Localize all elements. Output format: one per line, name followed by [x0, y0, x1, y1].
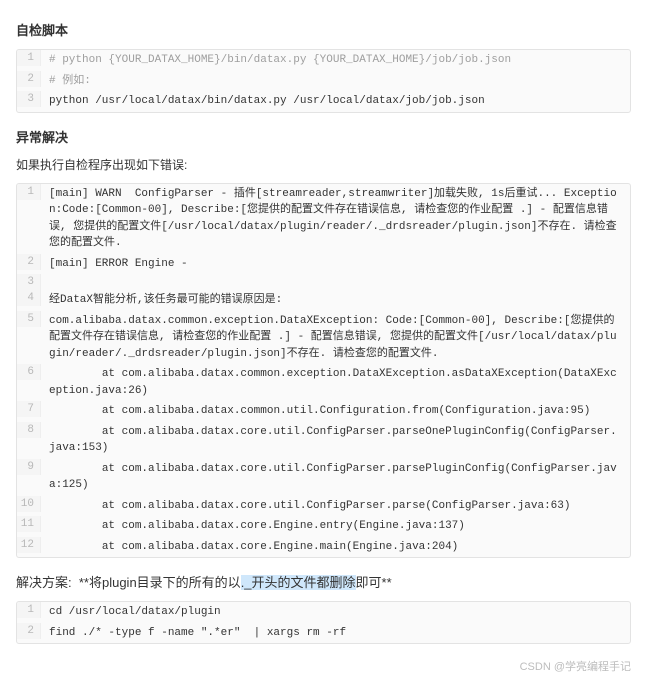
line-number: 4: [17, 290, 41, 306]
code-line: [main] WARN ConfigParser - 插件[streamread…: [41, 184, 630, 254]
line-number: 12: [17, 537, 41, 553]
solution-pre: **将plugin目录下的所有的以: [79, 575, 241, 590]
line-number: 9: [17, 459, 41, 475]
code-line: at com.alibaba.datax.core.util.ConfigPar…: [41, 496, 630, 517]
code-line: at com.alibaba.datax.core.util.ConfigPar…: [41, 459, 630, 496]
code-line: # 例如:: [41, 71, 630, 92]
watermark: CSDN @学亮编程手记: [16, 658, 631, 674]
code-line: at com.alibaba.datax.core.Engine.entry(E…: [41, 516, 630, 537]
code-line: at com.alibaba.datax.core.util.ConfigPar…: [41, 422, 630, 459]
code-line: find ./* -type f -name ".*er" | xargs rm…: [41, 623, 630, 644]
line-number: 5: [17, 311, 41, 327]
solution-line: 解决方案: **将plugin目录下的所有的以._开头的文件都删除即可**: [16, 572, 631, 591]
line-number: 7: [17, 401, 41, 417]
code-line: at com.alibaba.datax.core.Engine.main(En…: [41, 537, 630, 558]
section-title-exception: 异常解决: [16, 127, 631, 146]
solution-highlight: ._开头的文件都删除: [241, 575, 356, 590]
solution-post: 即可**: [356, 575, 392, 590]
line-number: 8: [17, 422, 41, 438]
code-line: # python {YOUR_DATAX_HOME}/bin/datax.py …: [41, 50, 630, 71]
code-line: 经DataX智能分析,该任务最可能的错误原因是:: [41, 290, 630, 311]
line-number: 2: [17, 71, 41, 87]
exception-description: 如果执行自检程序出现如下错误:: [16, 156, 631, 173]
line-number: 1: [17, 50, 41, 66]
solution-label: 解决方案:: [16, 575, 72, 590]
line-number: 10: [17, 496, 41, 512]
line-number: 2: [17, 623, 41, 639]
code-line: cd /usr/local/datax/plugin: [41, 602, 630, 623]
line-number: 6: [17, 364, 41, 380]
code-line: [main] ERROR Engine -: [41, 254, 630, 275]
line-number: 3: [17, 91, 41, 107]
code-line: at com.alibaba.datax.common.exception.Da…: [41, 364, 630, 401]
line-number: 1: [17, 184, 41, 200]
code-line: at com.alibaba.datax.common.util.Configu…: [41, 401, 630, 422]
code-block-fix: 1cd /usr/local/datax/plugin2find ./* -ty…: [16, 601, 631, 644]
line-number: 3: [17, 274, 41, 290]
code-line: python /usr/local/datax/bin/datax.py /us…: [41, 91, 630, 112]
section-title-selfcheck: 自检脚本: [16, 20, 631, 39]
line-number: 11: [17, 516, 41, 532]
line-number: 2: [17, 254, 41, 270]
code-line: [41, 274, 630, 278]
line-number: 1: [17, 602, 41, 618]
code-line: com.alibaba.datax.common.exception.DataX…: [41, 311, 630, 365]
code-block-selfcheck: 1# python {YOUR_DATAX_HOME}/bin/datax.py…: [16, 49, 631, 113]
code-block-error: 1[main] WARN ConfigParser - 插件[streamrea…: [16, 183, 631, 559]
